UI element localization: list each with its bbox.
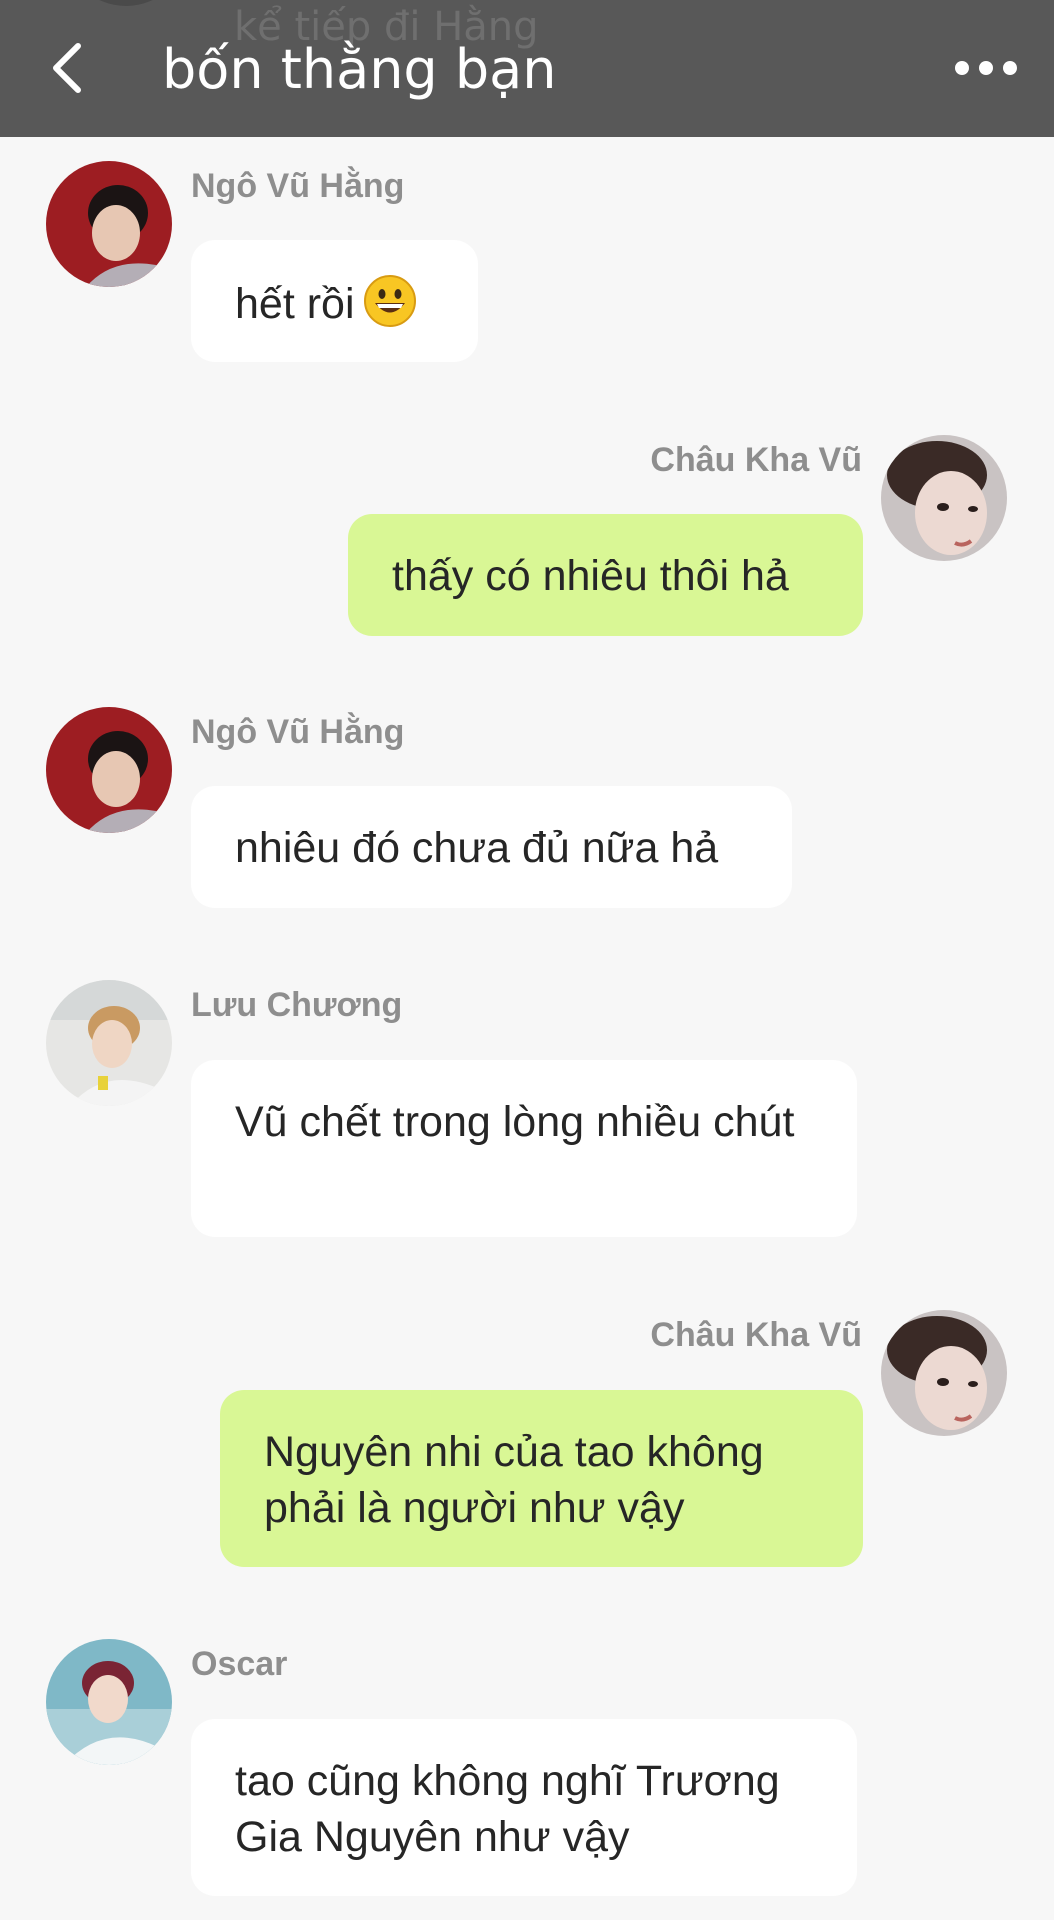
sender-name: Châu Kha Vũ — [650, 1316, 862, 1354]
back-button[interactable] — [40, 40, 96, 96]
page-title: bốn thằng bạn — [162, 38, 557, 101]
sender-name: Oscar — [191, 1645, 288, 1683]
avatar-oscar[interactable] — [46, 1639, 172, 1765]
message-bubble[interactable]: thấy có nhiêu thôi hả — [348, 514, 863, 636]
grinning-face-icon — [363, 275, 416, 327]
message-bubble[interactable]: tao cũng không nghĩ Trương Gia Nguyên nh… — [191, 1719, 857, 1896]
message-text: Vũ chết trong lòng nhiều chút — [235, 1098, 795, 1146]
more-options-button[interactable] — [950, 40, 1022, 96]
message-bubble[interactable]: nhiêu đó chưa đủ nữa hả — [191, 786, 792, 908]
message-text: Nguyên nhi của tao không phải là người n… — [264, 1428, 764, 1532]
avatar-ngo-vu-hang[interactable] — [46, 707, 172, 833]
avatar-chau-kha-vu[interactable] — [881, 435, 1007, 561]
avatar — [64, 0, 188, 6]
message-text: tao cũng không nghĩ Trương Gia Nguyên nh… — [235, 1757, 780, 1861]
message-text: hết rồi — [235, 280, 355, 328]
sender-name: Ngô Vũ Hằng — [191, 167, 405, 205]
chevron-left-icon — [53, 43, 81, 93]
message-bubble[interactable]: Vũ chết trong lòng nhiều chút — [191, 1060, 857, 1237]
more-horizontal-icon — [955, 61, 1017, 75]
message-bubble[interactable]: hết rồi — [191, 240, 478, 362]
sender-name: Ngô Vũ Hằng — [191, 713, 405, 751]
message-text: nhiêu đó chưa đủ nữa hả — [235, 824, 719, 872]
chat-header: kể tiếp đi Hằng bốn thằng bạn — [0, 0, 1054, 137]
message-text: thấy có nhiêu thôi hả — [392, 552, 789, 600]
message-bubble[interactable]: Nguyên nhi của tao không phải là người n… — [220, 1390, 863, 1567]
avatar-luu-chuong[interactable] — [46, 980, 172, 1106]
sender-name: Lưu Chương — [191, 986, 403, 1024]
avatar-ngo-vu-hang[interactable] — [46, 161, 172, 287]
sender-name: Châu Kha Vũ — [650, 441, 862, 479]
avatar-chau-kha-vu[interactable] — [881, 1310, 1007, 1436]
